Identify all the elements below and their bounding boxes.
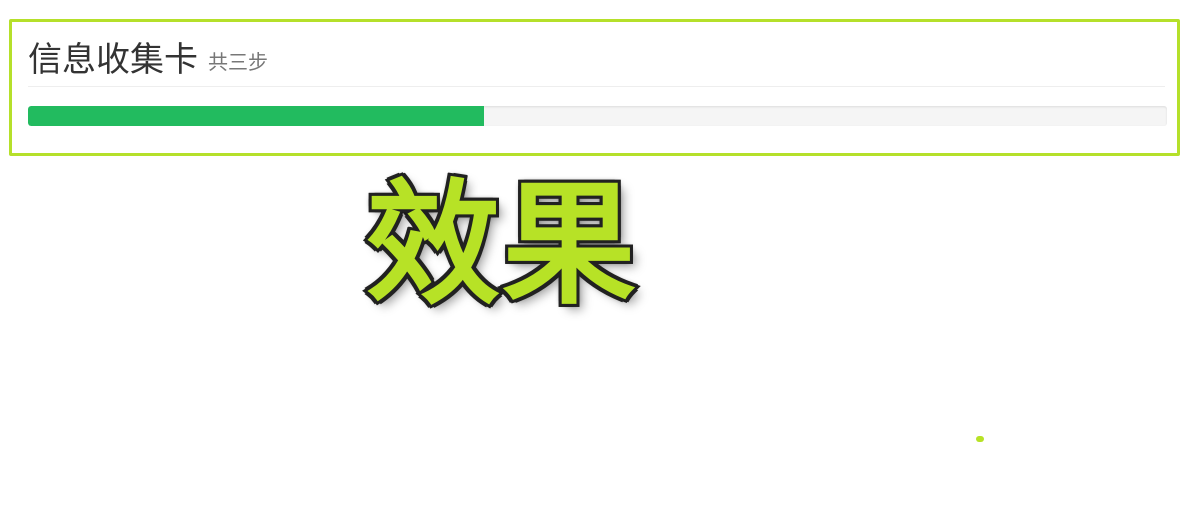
- card-title: 信息收集卡: [28, 39, 198, 80]
- progress-track: [28, 106, 1167, 126]
- info-collection-card: 信息收集卡 共三步: [9, 19, 1180, 156]
- card-subtitle: 共三步: [208, 49, 268, 74]
- card-header: 信息收集卡 共三步: [28, 26, 1165, 87]
- cursor-dot: [976, 436, 984, 442]
- progress-bar: [28, 106, 484, 126]
- effect-caption: 效果: [363, 167, 639, 323]
